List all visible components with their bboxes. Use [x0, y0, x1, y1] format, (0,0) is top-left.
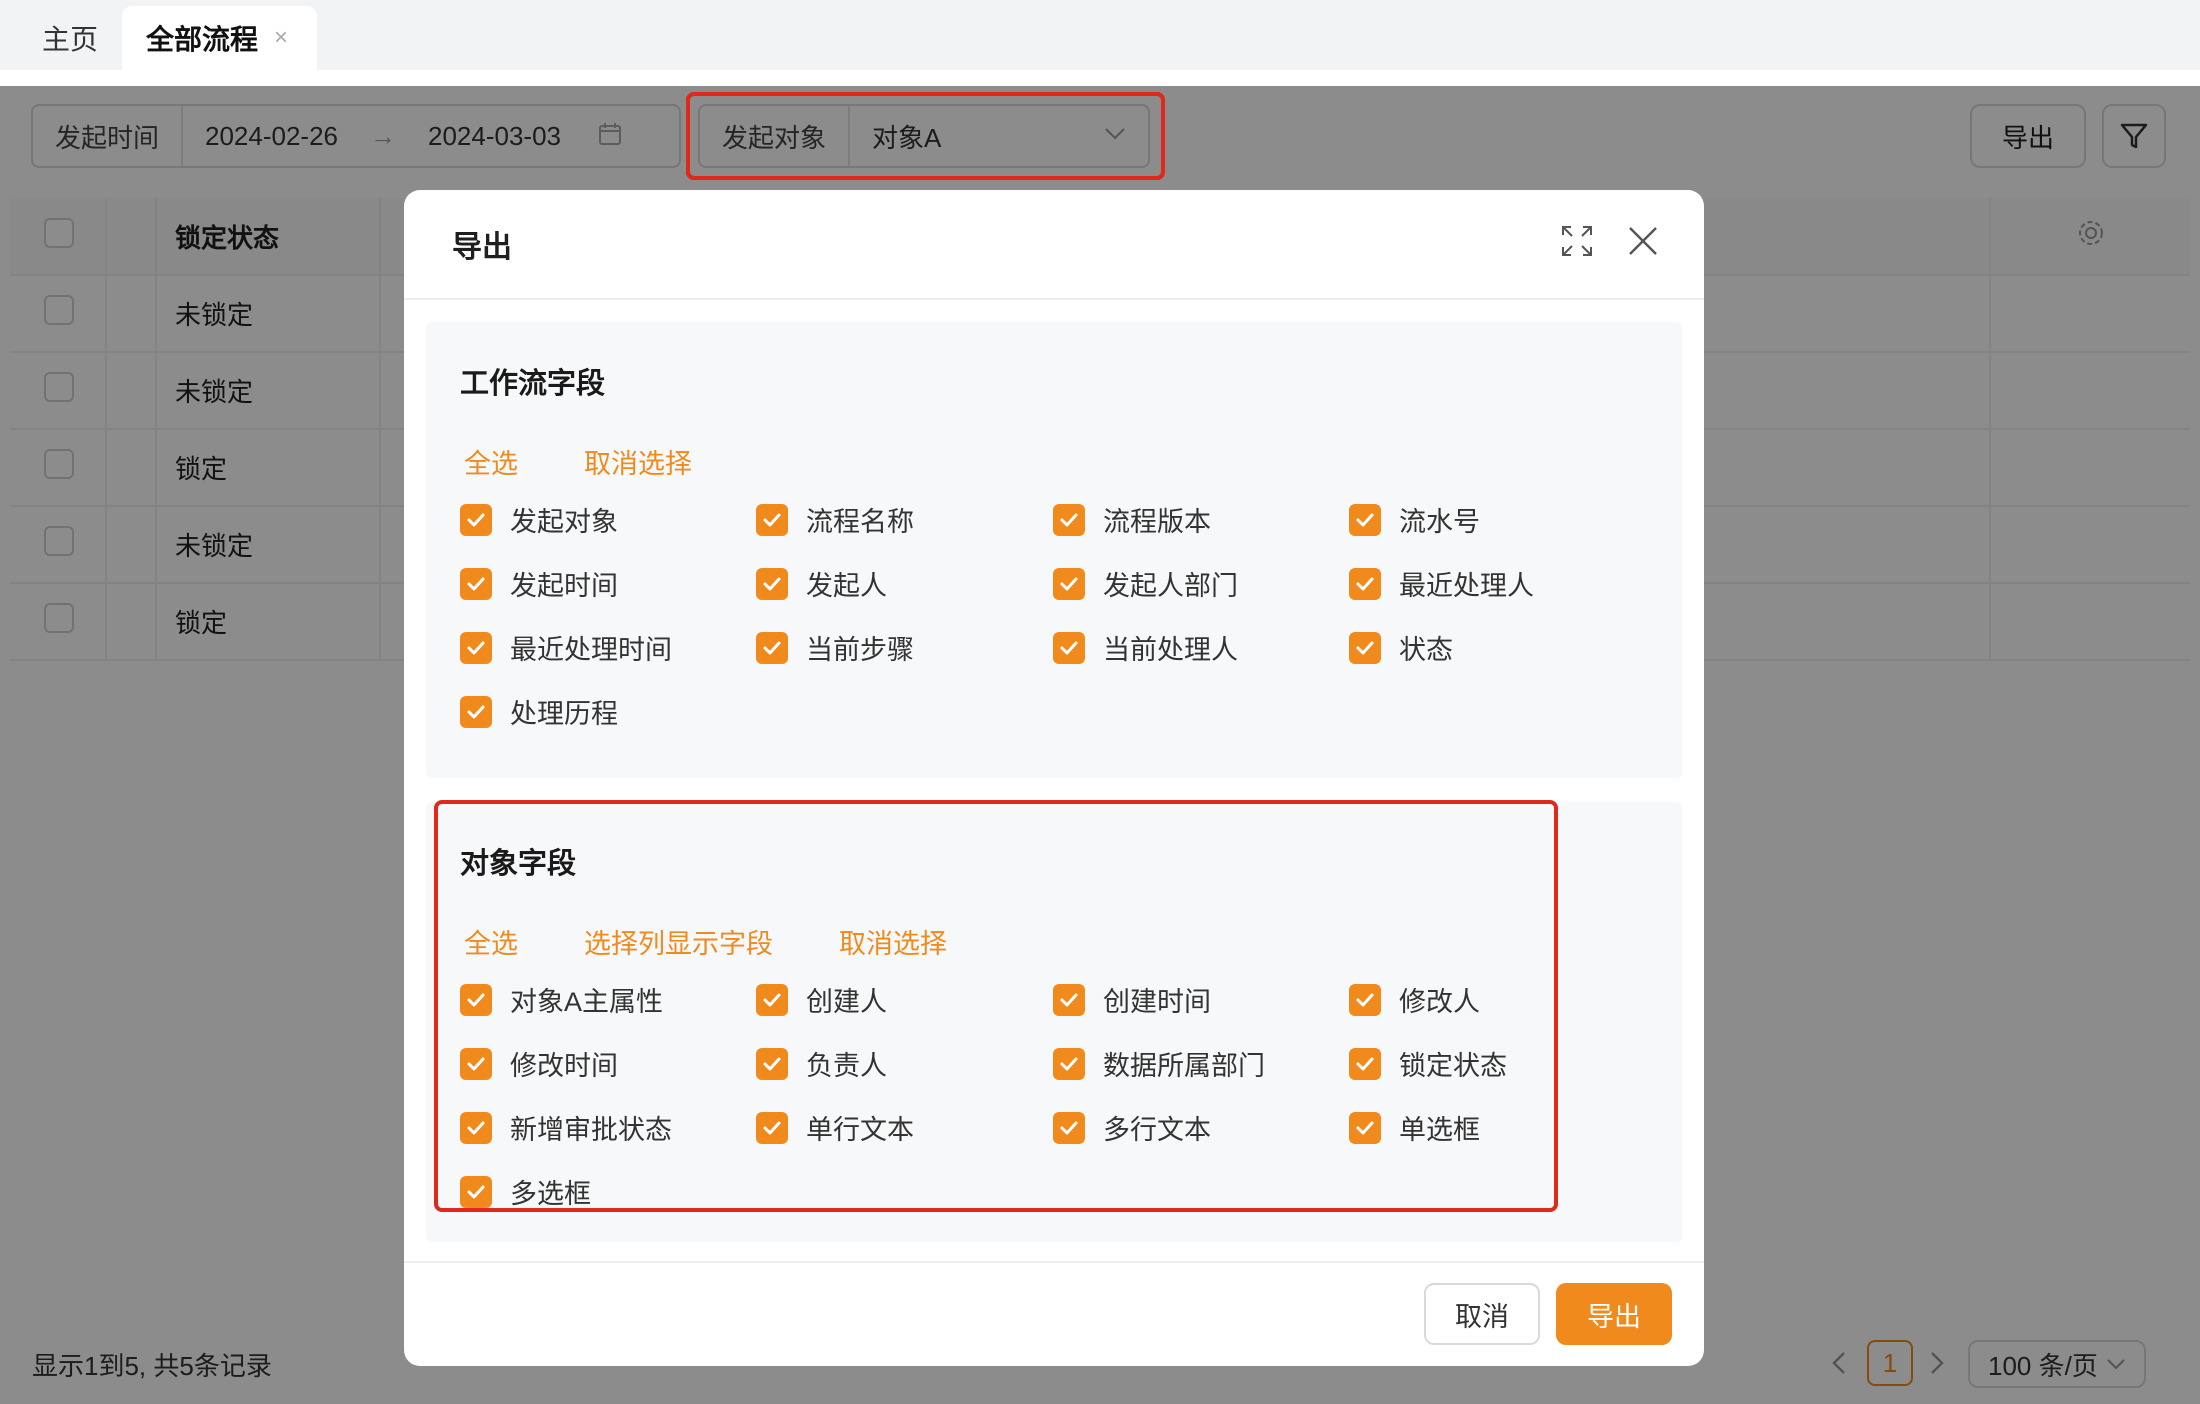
workflow-field-option-label: 最近处理人 — [1399, 571, 1534, 601]
workflow-field-option[interactable]: 最近处理时间 — [460, 628, 672, 667]
workflow-field-option[interactable]: 发起对象 — [460, 500, 618, 539]
checkbox-checked-icon[interactable] — [1053, 631, 1085, 664]
workflow-field-option-label: 发起人 — [806, 571, 887, 601]
workflow-field-option-label: 最近处理时间 — [510, 635, 672, 665]
close-icon[interactable] — [1626, 224, 1660, 266]
workflow-field-option-label: 发起时间 — [510, 571, 618, 601]
checkbox-checked-icon[interactable] — [1053, 503, 1085, 536]
checkbox-checked-icon[interactable] — [460, 695, 492, 728]
workflow-field-option-label: 当前步骤 — [806, 635, 914, 665]
workflow-select-all-link[interactable]: 全选 — [464, 442, 518, 481]
dialog-title: 导出 — [452, 231, 512, 264]
workflow-field-option[interactable]: 流程名称 — [756, 500, 914, 539]
close-icon[interactable]: × — [274, 24, 288, 52]
workflow-field-option[interactable]: 最近处理人 — [1349, 564, 1534, 603]
checkbox-checked-icon[interactable] — [1053, 567, 1085, 600]
workflow-field-option-label: 处理历程 — [510, 699, 618, 729]
checkbox-checked-icon[interactable] — [460, 503, 492, 536]
checkbox-checked-icon[interactable] — [1349, 631, 1381, 664]
workflow-fields-section: 工作流字段 全选 取消选择 发起对象 流程名称 流程版本 流水号发起时间 发起人 发起人部… — [426, 322, 1682, 778]
workflow-field-option[interactable]: 流水号 — [1349, 500, 1480, 539]
workflow-field-option[interactable]: 发起时间 — [460, 564, 618, 603]
workflow-field-option[interactable]: 处理历程 — [460, 692, 618, 731]
checkbox-checked-icon[interactable] — [1349, 503, 1381, 536]
tab-bar: 主页 全部流程 × — [0, 0, 2200, 70]
tab-home[interactable]: 主页 — [42, 6, 98, 70]
cancel-button[interactable]: 取消 — [1424, 1283, 1540, 1345]
workflow-field-option-label: 状态 — [1399, 635, 1453, 665]
workflow-field-option-label: 流程版本 — [1103, 507, 1211, 537]
checkbox-checked-icon[interactable] — [756, 631, 788, 664]
workflow-field-option[interactable]: 当前处理人 — [1053, 628, 1238, 667]
highlight-object-section — [434, 800, 1558, 1212]
workflow-field-option-label: 发起人部门 — [1103, 571, 1238, 601]
workflow-field-option-label: 流程名称 — [806, 507, 914, 537]
checkbox-checked-icon[interactable] — [1349, 567, 1381, 600]
workflow-field-option[interactable]: 状态 — [1349, 628, 1453, 667]
highlight-object-filter-outline — [686, 92, 1165, 180]
checkbox-checked-icon[interactable] — [756, 567, 788, 600]
workflow-field-option[interactable]: 发起人部门 — [1053, 564, 1238, 603]
dialog-header: 导出 — [404, 190, 1704, 300]
tab-all-processes-label: 全部流程 — [146, 24, 259, 55]
checkbox-checked-icon[interactable] — [460, 631, 492, 664]
workflow-deselect-link[interactable]: 取消选择 — [584, 442, 692, 481]
workflow-field-option-label: 发起对象 — [510, 507, 618, 537]
expand-icon[interactable] — [1560, 224, 1594, 266]
workflow-section-title: 工作流字段 — [460, 368, 606, 400]
tab-all-processes[interactable]: 全部流程 × — [122, 6, 317, 70]
checkbox-checked-icon[interactable] — [460, 567, 492, 600]
workflow-field-option[interactable]: 流程版本 — [1053, 500, 1211, 539]
workflow-field-option[interactable]: 当前步骤 — [756, 628, 914, 667]
checkbox-checked-icon[interactable] — [756, 503, 788, 536]
confirm-export-button[interactable]: 导出 — [1556, 1283, 1672, 1345]
workflow-field-option-label: 当前处理人 — [1103, 635, 1238, 665]
workflow-field-option[interactable]: 发起人 — [756, 564, 887, 603]
workflow-field-option-label: 流水号 — [1399, 507, 1480, 537]
export-dialog: 导出 工作流字段 全选 取消选择 发起对象 流程名称 流程版本 流水号发起时间 发起人 发… — [404, 190, 1704, 1366]
